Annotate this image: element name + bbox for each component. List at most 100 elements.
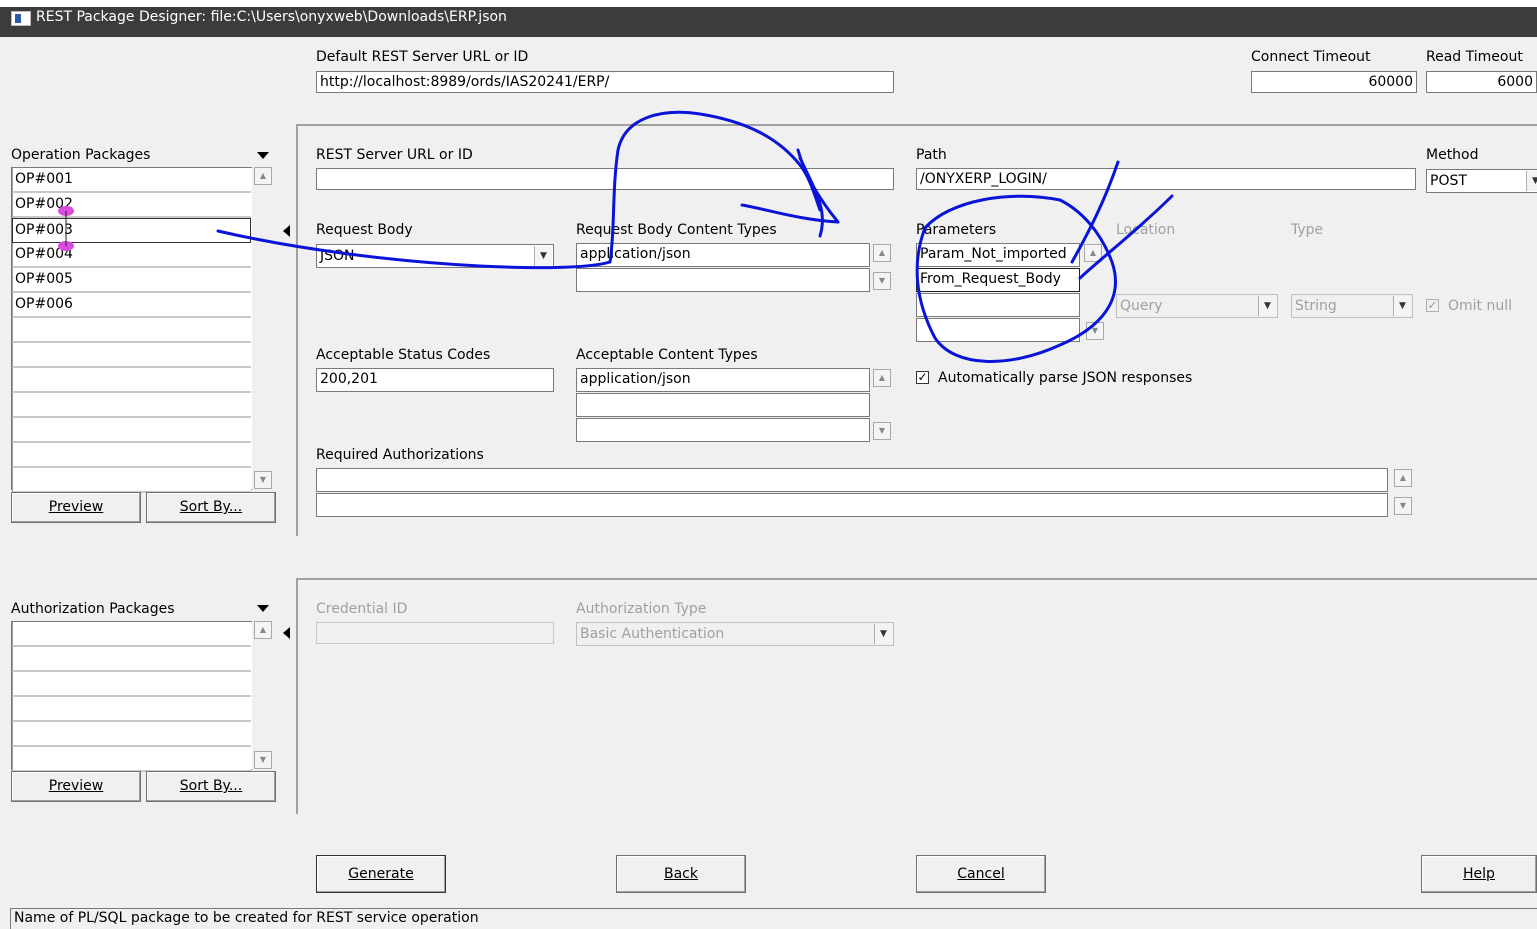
back-button[interactable]: Back bbox=[616, 855, 746, 893]
path-input[interactable]: /ONYXERP_LOGIN/ bbox=[916, 168, 1416, 190]
rest-server-label: REST Server URL or ID bbox=[316, 147, 473, 163]
acceptable-content-type-2[interactable] bbox=[576, 393, 870, 417]
authorization-package-list-item[interactable] bbox=[12, 697, 251, 722]
authorization-packages-scrollbar[interactable]: ▲ ▼ bbox=[252, 621, 276, 770]
operation-package-list-item[interactable] bbox=[12, 468, 251, 493]
credential-id-input[interactable] bbox=[316, 622, 554, 644]
scroll-up-icon[interactable]: ▲ bbox=[873, 369, 891, 387]
scroll-down-icon[interactable]: ▼ bbox=[873, 422, 891, 440]
parameter-item[interactable] bbox=[916, 293, 1080, 317]
authorization-package-list-item[interactable] bbox=[12, 672, 251, 697]
read-timeout-input[interactable]: 6000 bbox=[1426, 71, 1537, 93]
operation-package-list-item[interactable]: OP#004 bbox=[12, 243, 251, 268]
operation-package-list-item[interactable] bbox=[12, 368, 251, 393]
scroll-down-icon[interactable]: ▼ bbox=[1086, 322, 1104, 340]
authorization-preview-button[interactable]: Preview bbox=[11, 771, 141, 802]
read-timeout-label: Read Timeout bbox=[1426, 49, 1523, 65]
operation-package-list-item[interactable]: OP#005 bbox=[12, 268, 251, 293]
connect-timeout-input[interactable]: 60000 bbox=[1251, 71, 1417, 93]
operation-preview-button[interactable]: Preview bbox=[11, 492, 141, 523]
scroll-up-icon[interactable]: ▲ bbox=[1084, 244, 1102, 262]
operation-packages-list[interactable]: OP#001 OP#002 OP#003 OP#004 OP#005 OP#006 bbox=[11, 167, 276, 493]
required-authorization-1[interactable] bbox=[316, 468, 1388, 492]
authorization-type-label: Authorization Type bbox=[576, 601, 707, 617]
operation-package-list-item[interactable] bbox=[12, 318, 251, 343]
app-icon bbox=[11, 11, 31, 26]
collapse-arrow-icon[interactable] bbox=[283, 225, 290, 237]
authorization-packages-menu-icon[interactable] bbox=[257, 605, 269, 612]
operation-package-list-item[interactable]: OP#003 bbox=[12, 218, 251, 243]
type-select[interactable]: String ▼ bbox=[1291, 294, 1413, 318]
title-bar: REST Package Designer: file:C:\Users\ony… bbox=[0, 0, 1537, 37]
scroll-down-icon[interactable]: ▼ bbox=[873, 272, 891, 290]
auto-parse-label: Automatically parse JSON responses bbox=[938, 370, 1193, 386]
chevron-down-icon: ▼ bbox=[1526, 171, 1537, 191]
authorization-package-list-item[interactable] bbox=[12, 747, 251, 772]
cancel-button[interactable]: Cancel bbox=[916, 855, 1046, 893]
auto-parse-checkbox[interactable]: ✓ bbox=[916, 371, 929, 384]
scroll-up-icon[interactable]: ▲ bbox=[873, 244, 891, 262]
authorization-package-list-item[interactable] bbox=[12, 647, 251, 672]
operation-package-list-item[interactable] bbox=[12, 443, 251, 468]
scroll-up-icon[interactable]: ▲ bbox=[254, 167, 272, 185]
scroll-up-icon[interactable]: ▲ bbox=[1394, 469, 1412, 487]
required-authorization-2[interactable] bbox=[316, 493, 1388, 517]
parameter-item[interactable]: From_Request_Body bbox=[916, 268, 1080, 292]
operation-package-list-item[interactable]: OP#006 bbox=[12, 293, 251, 318]
chevron-down-icon: ▼ bbox=[874, 624, 892, 644]
connect-timeout-label: Connect Timeout bbox=[1251, 49, 1371, 65]
default-server-input[interactable]: http://localhost:8989/ords/IAS20241/ERP/ bbox=[316, 71, 894, 93]
operation-package-list-item[interactable]: OP#001 bbox=[12, 168, 251, 193]
request-content-type-2[interactable] bbox=[576, 268, 870, 292]
operation-sort-button[interactable]: Sort By... bbox=[146, 492, 276, 523]
request-body-label: Request Body bbox=[316, 222, 413, 238]
operation-packages-menu-icon[interactable] bbox=[257, 152, 269, 159]
operation-packages-scrollbar[interactable]: ▲ ▼ bbox=[252, 167, 276, 490]
parameter-item[interactable] bbox=[916, 318, 1080, 342]
scroll-down-icon[interactable]: ▼ bbox=[254, 751, 272, 769]
authorization-package-list-item[interactable] bbox=[12, 622, 251, 647]
chevron-down-icon: ▼ bbox=[1258, 296, 1276, 316]
window-title: REST Package Designer: file:C:\Users\ony… bbox=[36, 9, 507, 25]
type-label: Type bbox=[1291, 222, 1324, 238]
path-label: Path bbox=[916, 147, 947, 163]
authorization-sort-button[interactable]: Sort By... bbox=[146, 771, 276, 802]
authorization-packages-list[interactable] bbox=[11, 621, 276, 772]
request-content-type-1[interactable]: application/json bbox=[576, 243, 870, 267]
status-codes-input[interactable]: 200,201 bbox=[316, 368, 554, 392]
rest-server-input[interactable] bbox=[316, 168, 894, 190]
omit-null-checkbox[interactable]: ✓ bbox=[1426, 299, 1439, 312]
parameter-item[interactable]: Param_Not_imported bbox=[916, 243, 1080, 267]
chevron-down-icon: ▼ bbox=[1393, 296, 1411, 316]
acceptable-content-type-3[interactable] bbox=[576, 418, 870, 442]
acceptable-content-type-1[interactable]: application/json bbox=[576, 368, 870, 392]
operation-package-list-item[interactable] bbox=[12, 343, 251, 368]
chevron-down-icon: ▼ bbox=[534, 246, 552, 266]
help-button[interactable]: Help bbox=[1421, 855, 1537, 893]
location-label: Location bbox=[1116, 222, 1176, 238]
method-select[interactable]: POST ▼ bbox=[1426, 169, 1537, 193]
request-content-types-label: Request Body Content Types bbox=[576, 222, 777, 238]
operation-package-list-item[interactable]: OP#002 bbox=[12, 193, 251, 218]
authorization-package-list-item[interactable] bbox=[12, 722, 251, 747]
method-label: Method bbox=[1426, 147, 1479, 163]
collapse-arrow-icon[interactable] bbox=[283, 627, 290, 639]
authorization-packages-label: Authorization Packages bbox=[11, 601, 175, 617]
status-bar: Name of PL/SQL package to be created for… bbox=[10, 908, 1537, 929]
credential-id-label: Credential ID bbox=[316, 601, 408, 617]
operation-package-list-item[interactable] bbox=[12, 418, 251, 443]
required-authorizations-label: Required Authorizations bbox=[316, 447, 484, 463]
operation-package-list-item[interactable] bbox=[12, 393, 251, 418]
scroll-down-icon[interactable]: ▼ bbox=[254, 471, 272, 489]
authorization-panel bbox=[296, 578, 1537, 814]
taskbar-strip bbox=[0, 0, 1537, 7]
location-select[interactable]: Query ▼ bbox=[1116, 294, 1278, 318]
request-body-select[interactable]: JSON ▼ bbox=[316, 244, 554, 268]
operation-packages-label: Operation Packages bbox=[11, 147, 151, 163]
acceptable-content-types-label: Acceptable Content Types bbox=[576, 347, 758, 363]
scroll-up-icon[interactable]: ▲ bbox=[254, 621, 272, 639]
generate-button[interactable]: Generate bbox=[316, 855, 446, 893]
scroll-down-icon[interactable]: ▼ bbox=[1394, 497, 1412, 515]
authorization-type-select[interactable]: Basic Authentication ▼ bbox=[576, 622, 894, 646]
default-server-label: Default REST Server URL or ID bbox=[316, 49, 529, 65]
